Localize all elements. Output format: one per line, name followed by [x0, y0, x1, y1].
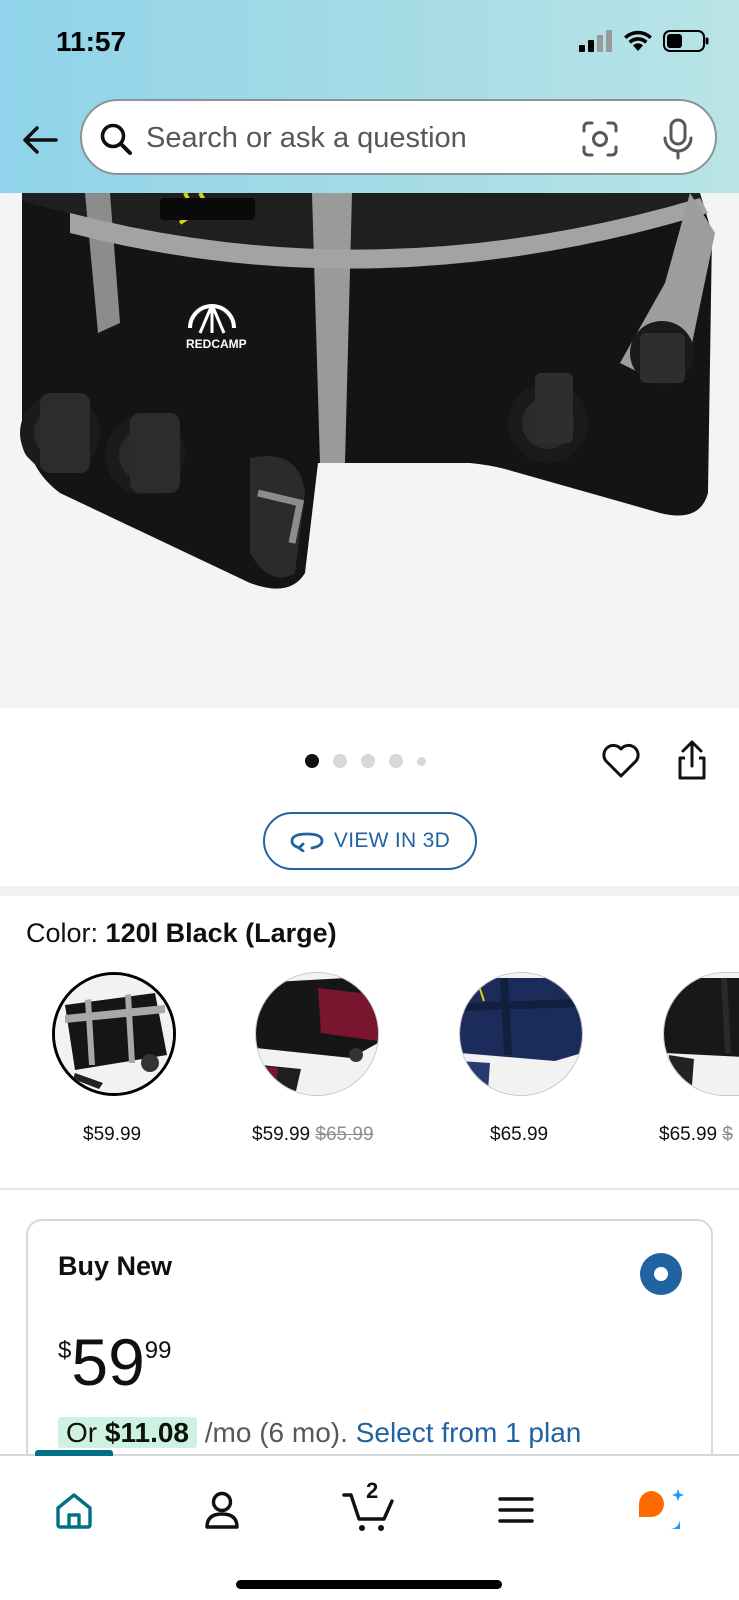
- swatch-image: [460, 973, 582, 1095]
- swatch-image: [664, 973, 739, 1095]
- battery-icon: [663, 30, 709, 52]
- account-icon: [205, 1491, 239, 1529]
- carousel-dot[interactable]: [417, 756, 426, 766]
- search-bar[interactable]: [80, 99, 717, 175]
- product-image[interactable]: REDCAMP: [0, 193, 739, 708]
- active-tab-indicator: [35, 1450, 113, 1456]
- camera-scan-icon: [582, 121, 618, 157]
- swatch-image: [55, 975, 173, 1093]
- search-input[interactable]: [146, 115, 566, 161]
- swatch-price: $59.99: [83, 1124, 142, 1145]
- swatch-list-price: $65.99: [315, 1124, 374, 1145]
- color-selection-label: Color: 120l Black (Large): [26, 918, 337, 949]
- back-button[interactable]: [18, 118, 62, 162]
- voice-search-button[interactable]: [658, 117, 698, 161]
- rotate-3d-icon: [290, 832, 324, 852]
- color-label: Color:: [26, 918, 99, 948]
- nav-menu[interactable]: [486, 1480, 546, 1540]
- bottom-navigation: 2: [0, 1450, 739, 1600]
- carousel-dot[interactable]: [305, 754, 319, 768]
- carousel-dot[interactable]: [333, 754, 347, 768]
- view-in-3d-label: VIEW IN 3D: [333, 829, 451, 852]
- rufus-icon: [638, 1489, 684, 1529]
- installment-highlight: Or $11.08: [58, 1417, 197, 1448]
- svg-text:REDCAMP: REDCAMP: [186, 337, 247, 351]
- duffel-bag-image: REDCAMP: [20, 193, 715, 589]
- radio-dot: [654, 1267, 668, 1281]
- color-swatch-black-gray[interactable]: [52, 972, 176, 1096]
- buy-new-radio[interactable]: [640, 1253, 682, 1295]
- select-plan-link[interactable]: Select from 1 plan: [356, 1417, 582, 1448]
- color-swatch-black-red[interactable]: [255, 972, 379, 1096]
- heart-icon: [602, 743, 640, 778]
- price-currency: $: [58, 1337, 72, 1364]
- signal-icon: [579, 30, 612, 52]
- section-divider: [0, 886, 739, 896]
- camera-search-button[interactable]: [580, 119, 620, 159]
- section-divider: [0, 1188, 739, 1190]
- view-in-3d-button[interactable]: VIEW IN 3D: [263, 812, 477, 870]
- home-icon: [56, 1493, 92, 1529]
- microphone-icon: [663, 118, 693, 160]
- color-swatch-navy[interactable]: [459, 972, 583, 1096]
- swatch-image: [256, 973, 378, 1095]
- share-button[interactable]: [672, 738, 712, 782]
- swatch-list-price: $: [722, 1124, 733, 1145]
- installment-offer: Or $11.08 /mo (6 mo). Select from 1 plan: [58, 1417, 581, 1449]
- color-value: 120l Black (Large): [105, 918, 337, 948]
- header: 11:57: [0, 0, 739, 193]
- image-carousel-dots[interactable]: [305, 754, 426, 768]
- color-swatch-black[interactable]: [663, 972, 739, 1096]
- home-indicator: [236, 1580, 502, 1589]
- add-to-list-button[interactable]: [600, 740, 642, 782]
- menu-icon: [498, 1497, 534, 1523]
- carousel-dot[interactable]: [361, 754, 375, 768]
- installment-amount: $11.08: [104, 1417, 189, 1448]
- carousel-dot[interactable]: [389, 754, 403, 768]
- swatch-price: $65.99 $: [659, 1124, 733, 1145]
- search-icon: [100, 123, 132, 155]
- share-icon: [678, 740, 706, 780]
- price-whole: 59: [71, 1325, 145, 1399]
- arrow-left-icon: [23, 126, 58, 154]
- nav-rufus[interactable]: [632, 1480, 692, 1540]
- status-icons: [579, 30, 709, 52]
- installment-term: /mo (6 mo).: [204, 1417, 348, 1448]
- nav-cart[interactable]: 2: [338, 1478, 398, 1540]
- swatch-price: $59.99 $65.99: [252, 1124, 374, 1145]
- status-time: 11:57: [56, 26, 127, 57]
- nav-account[interactable]: [192, 1480, 252, 1540]
- buy-new-title: Buy New: [58, 1251, 173, 1281]
- price-fraction: 99: [144, 1337, 172, 1364]
- nav-home[interactable]: [44, 1480, 104, 1540]
- price: $ 59 99: [58, 1329, 171, 1395]
- cart-count-badge: 2: [366, 1478, 379, 1503]
- swatch-price: $65.99: [490, 1124, 549, 1145]
- wifi-icon: [624, 30, 652, 51]
